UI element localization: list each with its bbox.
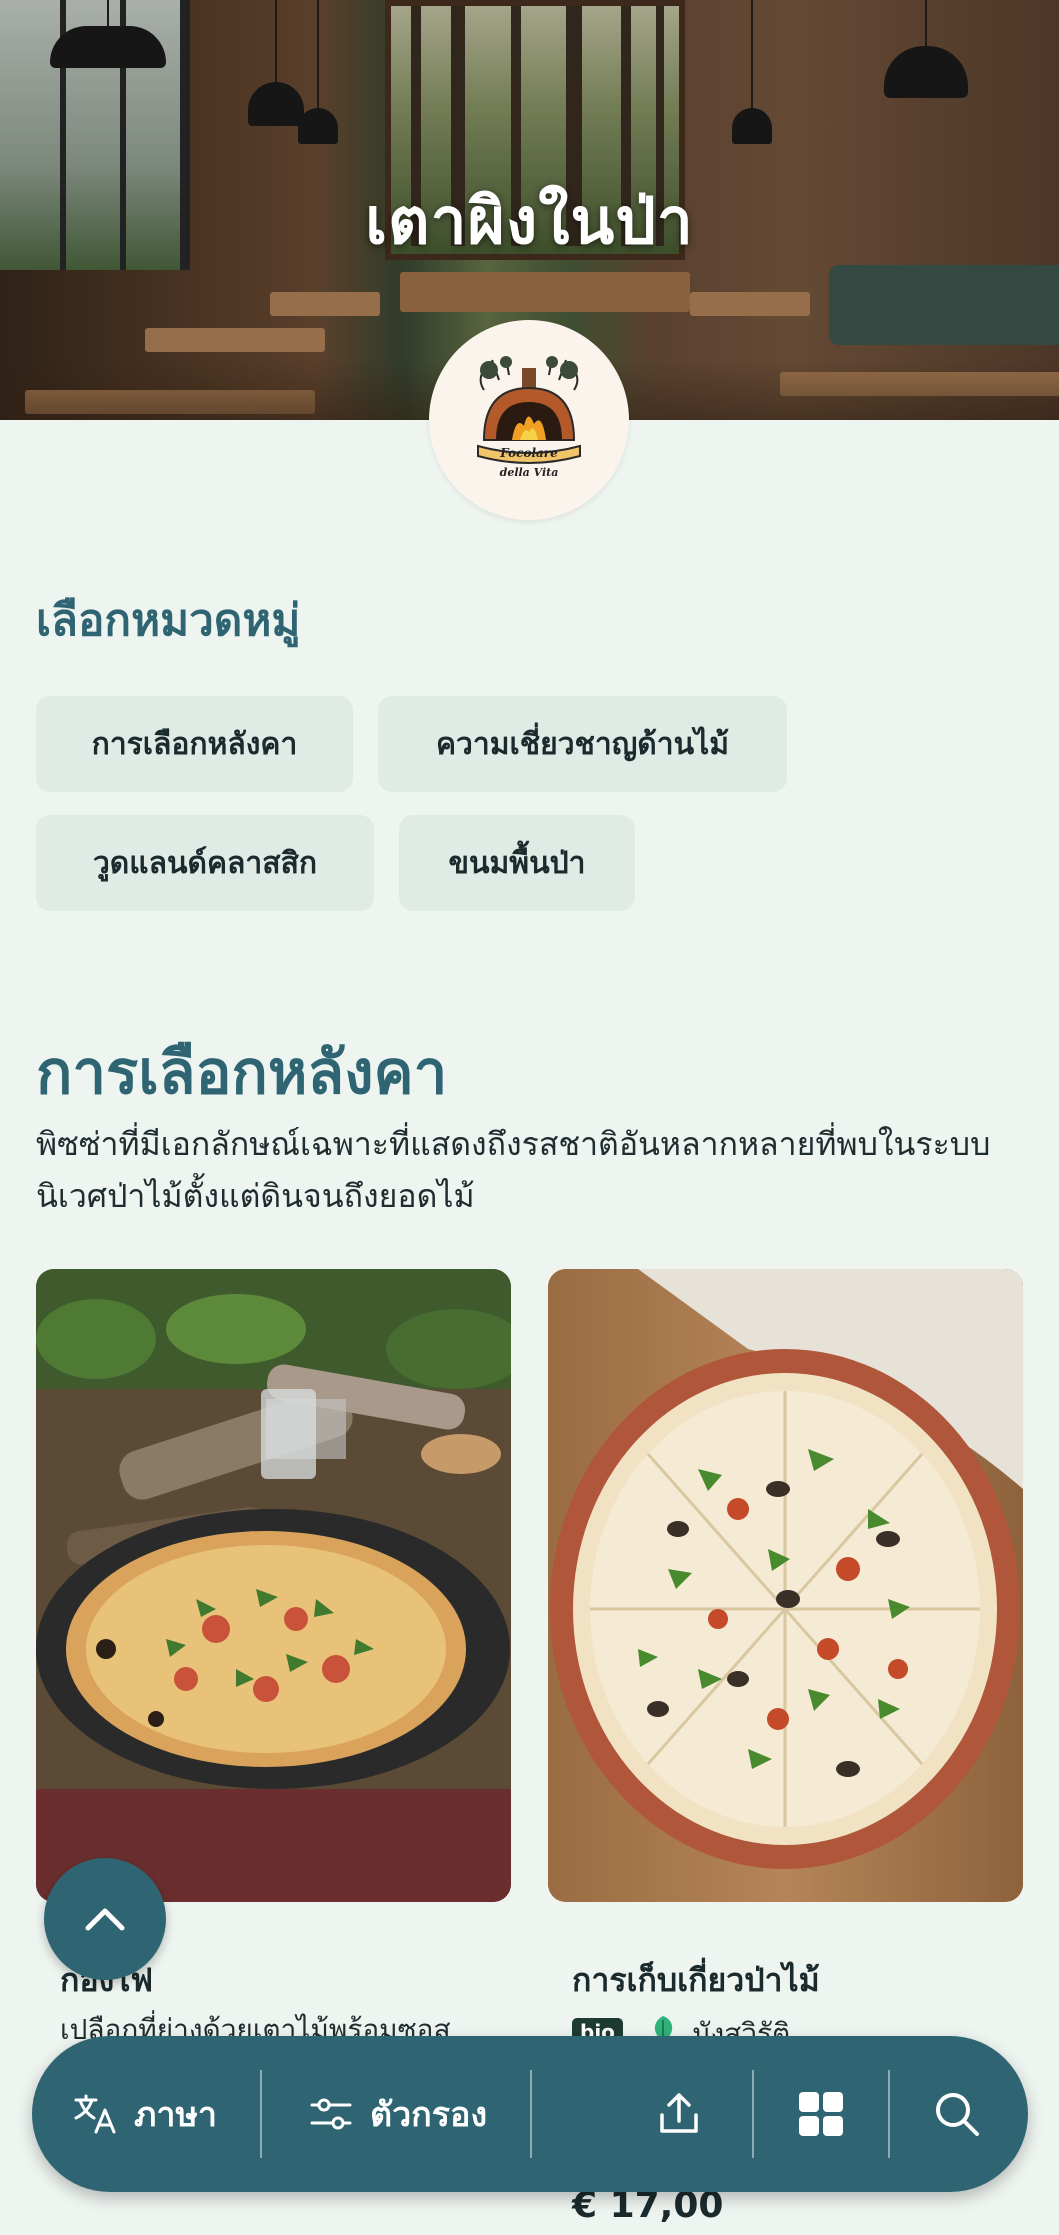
category-chip-woodland-classic[interactable]: วูดแลนด์คลาสสิก [36,815,374,911]
category-chip-forest-floor-desserts[interactable]: ขนมพื้นป่า [399,815,635,911]
logo-name-line1: Focolare [499,446,558,460]
product-image-campfire[interactable] [36,1269,511,1902]
section-title: การเลือกหลังคา [36,1038,448,1108]
search-button[interactable] [932,2036,982,2192]
hero-title: เตาผิงในป่า [365,185,694,259]
chevron-up-icon [85,1908,125,1931]
grid-icon [799,2092,843,2136]
product-name-forest-harvest: การเก็บเกี่ยวป่าไม้ [572,1961,820,1999]
scroll-to-top-button[interactable] [44,1858,166,1980]
bottom-toolbar: ภาษา ตัวกรอง [32,2036,1028,2192]
filter-sliders-icon [310,2098,352,2130]
category-chip-roof[interactable]: การเลือกหลังคา [36,696,353,792]
category-chip-wood-expertise[interactable]: ความเชี่ยวชาญด้านไม้ [378,696,787,792]
product-image-forest-harvest[interactable] [548,1269,1023,1902]
categories-heading: เลือกหมวดหมู่ [36,595,301,646]
filter-label: ตัวกรอง [370,2095,488,2135]
search-icon [936,2093,979,2136]
language-label: ภาษา [134,2095,218,2135]
translate-icon [74,2094,116,2134]
filter-button[interactable]: ตัวกรอง [308,2036,487,2192]
restaurant-logo: Focolare della Vita [429,320,629,520]
grid-view-button[interactable] [796,2036,846,2192]
logo-name-line2: della Vita [500,466,559,479]
share-button[interactable] [654,2036,704,2192]
section-description: พิซซ่าที่มีเอกลักษณ์เฉพาะที่แสดงถึงรสชาต… [36,1125,991,1215]
share-upload-icon [660,2093,698,2133]
language-button[interactable]: ภาษา [72,2036,217,2192]
logo-oven-icon: Focolare della Vita [477,356,581,479]
